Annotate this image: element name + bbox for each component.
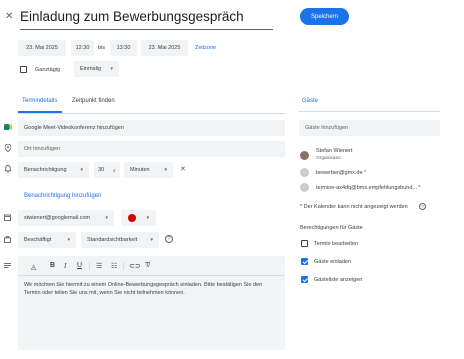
- repeat-select-label: Einmalig: [80, 66, 102, 72]
- numbered-list-icon[interactable]: ☰: [96, 262, 102, 270]
- clear-formatting-icon[interactable]: T̸: [145, 262, 149, 269]
- tab-termindetails[interactable]: Termindetails: [22, 98, 57, 104]
- bold-icon[interactable]: B: [50, 262, 55, 269]
- title-underline: [20, 29, 273, 30]
- chevron-down-icon: ▾: [146, 215, 149, 221]
- notification-type-label: Benachrichtigung: [24, 167, 67, 173]
- text-color-icon[interactable]: ◬: [31, 263, 36, 271]
- description-text: Wir möchten Sie hiermit zu einem Online-…: [24, 282, 263, 296]
- start-time-label: 12:30: [75, 45, 90, 51]
- notification-value: 30: [98, 167, 105, 173]
- permission-seelist-checkbox[interactable]: [301, 276, 308, 283]
- guests-title: Gäste: [302, 98, 319, 104]
- chevron-down-icon: ▾: [110, 66, 113, 72]
- save-button[interactable]: Speichern: [300, 8, 349, 25]
- guest-role: Organisator: [316, 156, 342, 161]
- notification-value-input[interactable]: 30 ⇕: [94, 162, 120, 178]
- add-guests-placeholder: Gäste hinzufügen: [305, 125, 349, 131]
- guests-tab-indicator: [298, 111, 440, 112]
- location-input[interactable]: Ort hinzufügen: [18, 141, 285, 157]
- end-date-field[interactable]: 23. Mai 2025: [141, 40, 188, 56]
- permissions-title: Berechtigungen für Gäste: [300, 225, 363, 231]
- availability-label: Beschäftigt: [24, 237, 52, 243]
- underline-icon[interactable]: U: [77, 262, 82, 269]
- toolbar-divider: [89, 262, 90, 270]
- chevron-down-icon: ▾: [105, 215, 108, 221]
- formatting-toolbar: [18, 256, 285, 276]
- repeat-select[interactable]: Einmalig ▾: [74, 61, 119, 77]
- permission-edit-label: Termin bearbeiten: [314, 241, 359, 247]
- visibility-label: Standardsichtbarkeit: [87, 237, 138, 243]
- calendar-color-select[interactable]: ▾: [121, 210, 156, 226]
- allday-checkbox[interactable]: [20, 66, 27, 73]
- visibility-select[interactable]: Standardsichtbarkeit ▾: [81, 232, 159, 248]
- availability-select[interactable]: Beschäftigt ▾: [18, 232, 76, 248]
- chevron-down-icon: ▾: [164, 167, 167, 173]
- calendar-color-dot: [128, 214, 136, 222]
- bell-icon: [4, 165, 12, 175]
- close-icon[interactable]: ✕: [5, 12, 13, 22]
- timezone-link[interactable]: Zeitzone: [195, 45, 216, 51]
- end-date-label: 23. Mai 2025: [148, 45, 181, 51]
- toolbar-divider: [123, 262, 124, 270]
- add-guests-input[interactable]: Gäste hinzufügen: [299, 120, 440, 136]
- info-icon[interactable]: ?: [419, 203, 426, 210]
- end-time-field[interactable]: 13:30: [110, 40, 137, 56]
- calendar-owner-select[interactable]: stwienert@googlemail.com ▾: [18, 210, 114, 226]
- briefcase-icon: [4, 236, 11, 245]
- location-placeholder: Ort hinzufügen: [24, 146, 61, 152]
- notification-unit-select[interactable]: Minuten ▾: [124, 162, 173, 178]
- avatar: [300, 183, 309, 192]
- save-button-label: Speichern: [310, 13, 339, 20]
- chevron-down-icon: ▾: [150, 237, 153, 243]
- calendar-owner-label: stwienert@googlemail.com: [24, 215, 91, 221]
- bulleted-list-icon[interactable]: ☷: [111, 262, 117, 270]
- event-title[interactable]: Einladung zum Bewerbungsgespräch: [20, 9, 244, 24]
- notification-type-select[interactable]: Benachrichtigung ▾: [18, 162, 89, 178]
- permission-edit-checkbox[interactable]: [301, 240, 308, 247]
- calendar-note: * Der Kalender kann nicht angezeigt werd…: [300, 204, 408, 210]
- calendar-icon: [4, 214, 11, 223]
- avatar: [300, 151, 309, 160]
- permission-invite-label: Gäste einladen: [314, 259, 351, 265]
- tabs-divider: [18, 113, 285, 114]
- add-notification-link[interactable]: Benachrichtigung hinzufügen: [24, 193, 101, 199]
- guest-name: termine-ax4dq@bms.empfehlungsbund... *: [316, 185, 421, 191]
- chevron-down-icon: ▾: [67, 237, 70, 243]
- add-meet-button[interactable]: Google Meet-Videokonferenz hinzufügen: [18, 120, 285, 136]
- tab-zeitpunkt-finden[interactable]: Zeitpunkt finden: [72, 98, 115, 104]
- avatar: [300, 168, 309, 177]
- start-time-field[interactable]: 12:30: [71, 40, 94, 56]
- remove-notification-icon[interactable]: ✕: [180, 166, 186, 173]
- time-separator: bis: [98, 45, 106, 51]
- start-date-label: 23. Mai 2025: [26, 45, 58, 51]
- chevron-down-icon: ▾: [80, 167, 83, 173]
- stepper-icon[interactable]: ⇕: [113, 168, 116, 173]
- google-meet-icon: [4, 124, 12, 130]
- permission-invite-checkbox[interactable]: [301, 258, 308, 265]
- help-icon[interactable]: ?: [165, 235, 173, 243]
- description-icon: [4, 263, 11, 271]
- add-meet-label: Google Meet-Videokonferenz hinzufügen: [24, 125, 124, 131]
- permission-seelist-label: Gästeliste anzeigen: [314, 277, 363, 283]
- link-icon[interactable]: ⊂⊃: [129, 262, 141, 270]
- italic-icon[interactable]: I: [64, 262, 66, 270]
- notification-unit-label: Minuten: [130, 167, 150, 173]
- start-date-field[interactable]: 23. Mai 2025: [18, 40, 66, 56]
- allday-label: Ganztägig: [35, 67, 61, 73]
- guest-name: Stefan Wienert: [316, 148, 353, 154]
- guest-name: bewerber@gmx.de *: [316, 170, 367, 176]
- location-pin-icon: [4, 143, 12, 154]
- end-time-label: 13:30: [116, 45, 131, 51]
